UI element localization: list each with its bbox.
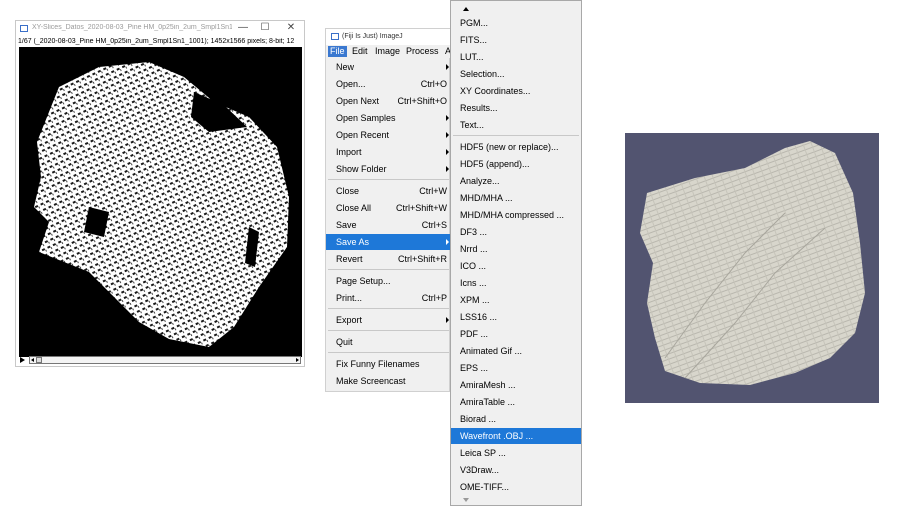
imagej-window-icon (331, 33, 339, 40)
scrollbar-thumb[interactable] (36, 357, 42, 363)
menu-separator (453, 135, 579, 136)
fiji-main-window[interactable]: (Fiji Is Just) ImageJ File Edit Image Pr… (325, 28, 451, 392)
save-as-item-hdf5-new[interactable]: HDF5 (new or replace)... (451, 139, 581, 155)
save-as-item-fits[interactable]: FITS... (451, 32, 581, 48)
menu-edit[interactable]: Edit (350, 46, 370, 57)
save-as-item-animated-gif[interactable]: Animated Gif ... (451, 343, 581, 359)
file-menu-item-fix-funny-filenames[interactable]: Fix Funny Filenames (326, 356, 451, 372)
wood-slice-image (34, 62, 289, 347)
save-as-item-pdf[interactable]: PDF ... (451, 326, 581, 342)
menu-file[interactable]: File (328, 46, 347, 57)
fiji-menubar: File Edit Image Process A (326, 45, 451, 58)
submenu-arrow-icon (446, 166, 449, 172)
save-as-item-leica-sp[interactable]: Leica SP ... (451, 445, 581, 461)
file-menu-item-quit[interactable]: Quit (326, 334, 451, 350)
file-menu-item-open-next[interactable]: Open Next Ctrl+Shift+O (326, 93, 451, 109)
save-as-item-selection[interactable]: Selection... (451, 66, 581, 82)
save-as-item-hdf5-append[interactable]: HDF5 (append)... (451, 156, 581, 172)
file-menu-item-save[interactable]: Save Ctrl+S (326, 217, 451, 233)
imagej-window-icon (20, 25, 28, 32)
file-menu-item-import[interactable]: Import (326, 144, 451, 160)
menu-separator (328, 330, 449, 331)
submenu-arrow-icon (446, 149, 449, 155)
stack-slice-scrollbar[interactable] (17, 355, 303, 365)
mesh-surface (640, 141, 865, 385)
fiji-window-title: (Fiji Is Just) ImageJ (342, 33, 403, 40)
save-as-item-mhd-mha-compressed[interactable]: MHD/MHA compressed ... (451, 207, 581, 223)
menu-image[interactable]: Image (373, 46, 402, 57)
image-window-title: XY-Slices_Datos_2020-08-03_Pine HM_0p25i… (32, 24, 232, 31)
file-menu-item-revert[interactable]: Revert Ctrl+Shift+R (326, 251, 451, 267)
scroll-right-icon[interactable] (296, 358, 299, 362)
minimize-button[interactable]: — (236, 22, 250, 33)
save-as-item-df3[interactable]: DF3 ... (451, 224, 581, 240)
sample-cross-section (34, 62, 289, 347)
file-menu-item-open[interactable]: Open... Ctrl+O (326, 76, 451, 92)
menu-separator (328, 308, 449, 309)
save-as-item-amiramesh[interactable]: AmiraMesh ... (451, 377, 581, 393)
save-as-item-ico[interactable]: ICO ... (451, 258, 581, 274)
save-as-item-eps[interactable]: EPS ... (451, 360, 581, 376)
submenu-arrow-icon (446, 115, 449, 121)
save-as-item-xpm[interactable]: XPM ... (451, 292, 581, 308)
save-as-item-analyze[interactable]: Analyze... (451, 173, 581, 189)
file-menu-item-page-setup[interactable]: Page Setup... (326, 273, 451, 289)
fiji-titlebar[interactable]: (Fiji Is Just) ImageJ (326, 29, 451, 45)
menu-process[interactable]: Process (404, 46, 441, 57)
maximize-button[interactable]: ☐ (258, 22, 272, 33)
file-menu-item-make-screencast[interactable]: Make Screencast (326, 373, 451, 389)
image-canvas[interactable] (19, 47, 302, 357)
menu-separator (328, 352, 449, 353)
submenu-arrow-icon (446, 64, 449, 70)
submenu-arrow-icon (446, 132, 449, 138)
scroll-down-arrow-icon[interactable] (463, 498, 469, 502)
file-menu-item-print[interactable]: Print... Ctrl+P (326, 290, 451, 306)
scroll-left-icon[interactable] (31, 358, 34, 362)
save-as-item-pgm[interactable]: PGM... (451, 15, 581, 31)
file-menu-item-close[interactable]: Close Ctrl+W (326, 183, 451, 199)
menu-separator (328, 269, 449, 270)
save-as-item-xy-coordinates[interactable]: XY Coordinates... (451, 83, 581, 99)
file-menu-item-save-as[interactable]: Save As (326, 234, 451, 250)
image-window-titlebar[interactable]: XY-Slices_Datos_2020-08-03_Pine HM_0p25i… (16, 21, 304, 37)
save-as-item-mhd-mha[interactable]: MHD/MHA ... (451, 190, 581, 206)
save-as-item-lss16[interactable]: LSS16 ... (451, 309, 581, 325)
play-icon[interactable] (20, 357, 25, 363)
image-info-line: 1/67 (_2020-08-03_Pine HM_0p25in_2um_Smp… (18, 38, 295, 45)
close-button[interactable]: ✕ (284, 22, 298, 33)
file-menu-item-export[interactable]: Export (326, 312, 451, 328)
save-as-submenu: PGM... FITS... LUT... Selection... XY Co… (450, 0, 582, 506)
file-menu-item-close-all[interactable]: Close All Ctrl+Shift+W (326, 200, 451, 216)
save-as-item-text[interactable]: Text... (451, 117, 581, 133)
scrollbar-track[interactable] (29, 356, 301, 364)
save-as-item-v3draw[interactable]: V3Draw... (451, 462, 581, 478)
file-menu-item-new[interactable]: New (326, 59, 451, 75)
save-as-item-biorad[interactable]: Biorad ... (451, 411, 581, 427)
scroll-up-arrow-icon[interactable] (463, 7, 469, 11)
submenu-arrow-icon (446, 317, 449, 323)
image-stack-window[interactable]: XY-Slices_Datos_2020-08-03_Pine HM_0p25i… (15, 20, 305, 367)
save-as-item-nrrd[interactable]: Nrrd ... (451, 241, 581, 257)
save-as-item-ome-tiff[interactable]: OME-TIFF... (451, 479, 581, 495)
3d-mesh-render (625, 133, 879, 403)
save-as-item-results[interactable]: Results... (451, 100, 581, 116)
save-as-item-lut[interactable]: LUT... (451, 49, 581, 65)
file-menu-item-show-folder[interactable]: Show Folder (326, 161, 451, 177)
file-menu-item-open-samples[interactable]: Open Samples (326, 110, 451, 126)
file-menu-item-open-recent[interactable]: Open Recent (326, 127, 451, 143)
submenu-arrow-icon (446, 239, 449, 245)
save-as-item-icns[interactable]: Icns ... (451, 275, 581, 291)
save-as-item-wavefront-obj[interactable]: Wavefront .OBJ ... (451, 428, 581, 444)
rendered-wood-mesh (640, 141, 865, 385)
menu-separator (328, 179, 449, 180)
save-as-item-amiratable[interactable]: AmiraTable ... (451, 394, 581, 410)
